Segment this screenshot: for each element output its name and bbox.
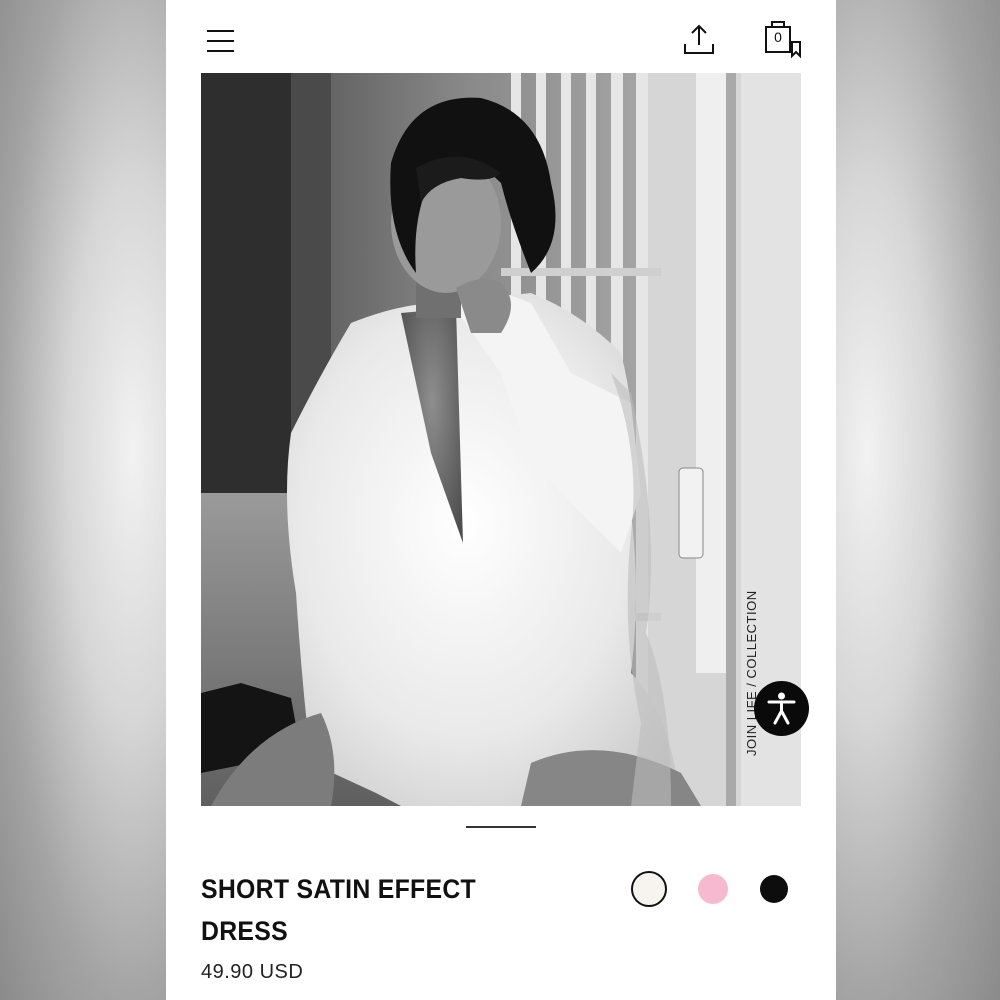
background-blur-right [834, 0, 1000, 1000]
product-page: 0 JOIN LIFE / COLLECTION SHORT SATIN EFF… [166, 0, 836, 1000]
accessibility-person-icon[interactable] [754, 681, 809, 736]
shopping-bag-icon[interactable]: 0 [762, 18, 804, 62]
product-title: SHORT SATIN EFFECT DRESS [201, 874, 476, 946]
color-swatch-white[interactable] [631, 871, 667, 907]
carousel-indicator [466, 826, 536, 828]
bag-count: 0 [774, 29, 782, 45]
product-price: 49.90 USD [201, 961, 304, 983]
share-upload-icon[interactable] [679, 20, 719, 60]
background-blur-left [0, 0, 166, 1000]
color-swatch-black[interactable] [760, 875, 788, 903]
color-swatch-pink[interactable] [698, 874, 728, 904]
product-photo[interactable] [201, 73, 801, 806]
hamburger-menu-icon[interactable] [206, 26, 236, 56]
